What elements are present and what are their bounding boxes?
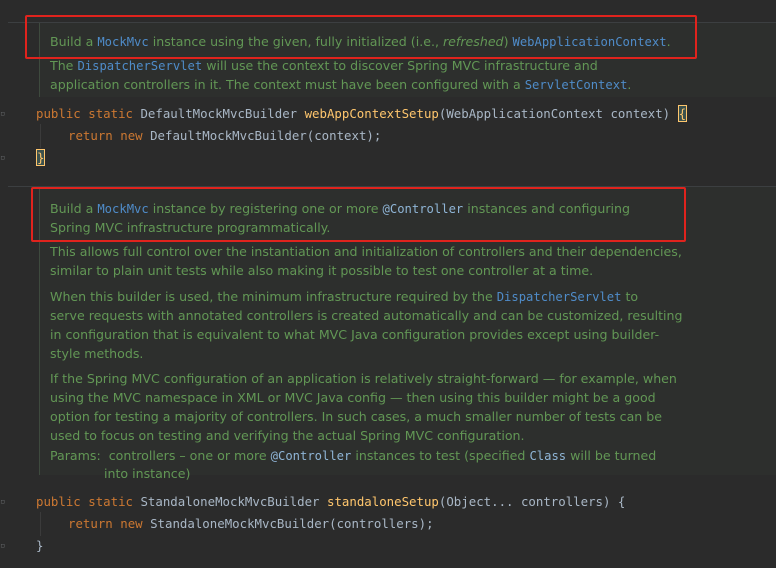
doc-line: similar to plain unit tests while also m… xyxy=(50,263,594,278)
fold-marker-icon[interactable]: ▫ xyxy=(0,109,5,119)
indent-guide xyxy=(40,124,41,148)
dispatcherservlet-link[interactable]: DispatcherServlet xyxy=(77,59,202,73)
method-name-standalonesetup: standaloneSetup xyxy=(326,494,439,509)
doc-line: option for testing a majority of control… xyxy=(50,409,663,424)
code-line-method2-close[interactable]: } xyxy=(36,536,43,556)
doc-line: used to focus on testing and verifying t… xyxy=(50,428,525,443)
highlight-box xyxy=(31,187,686,242)
code-line-method1-signature[interactable]: public static DefaultMockMvcBuilder webA… xyxy=(36,104,688,124)
fold-marker-icon[interactable]: ▫ xyxy=(0,541,5,551)
fold-marker-icon[interactable]: ▫ xyxy=(0,497,5,507)
code-line-method1-close[interactable]: } xyxy=(36,148,46,168)
highlight-box xyxy=(25,15,697,59)
doc-line: style methods. xyxy=(50,346,144,361)
doc-line: The DispatcherServlet will use the conte… xyxy=(50,58,598,73)
dispatcherservlet-link[interactable]: DispatcherServlet xyxy=(497,290,622,304)
editor-gutter xyxy=(0,0,32,568)
matching-brace: } xyxy=(36,149,46,166)
code-line-method2-signature[interactable]: public static StandaloneMockMvcBuilder s… xyxy=(36,492,625,512)
doc-line: using the MVC namespace in XML or MVC Ja… xyxy=(50,390,656,405)
servletcontext-link[interactable]: ServletContext xyxy=(525,78,628,92)
code-line-method1-body[interactable]: return new DefaultMockMvcBuilder(context… xyxy=(68,126,381,146)
doc-line: application controllers in it. The conte… xyxy=(50,77,632,92)
doc-line: serve requests with annotated controller… xyxy=(50,308,683,323)
method-name-webappcontextsetup: webAppContextSetup xyxy=(304,106,439,121)
code-line-method2-body[interactable]: return new StandaloneMockMvcBuilder(cont… xyxy=(68,514,434,534)
doc-line: in configuration that is equivalent to w… xyxy=(50,327,660,342)
doc-params-line: into instance) xyxy=(104,466,191,481)
params-label: Params: xyxy=(50,448,101,463)
fold-marker-icon[interactable]: ▫ xyxy=(0,153,5,163)
doc-line: This allows full control over the instan… xyxy=(50,244,682,259)
doc-line: If the Spring MVC configuration of an ap… xyxy=(50,371,677,386)
doc-params-line: Params: controllers – one or more @Contr… xyxy=(50,448,657,463)
doc-line: When this builder is used, the minimum i… xyxy=(50,289,639,304)
matching-brace: { xyxy=(677,105,688,122)
indent-guide xyxy=(40,512,41,536)
